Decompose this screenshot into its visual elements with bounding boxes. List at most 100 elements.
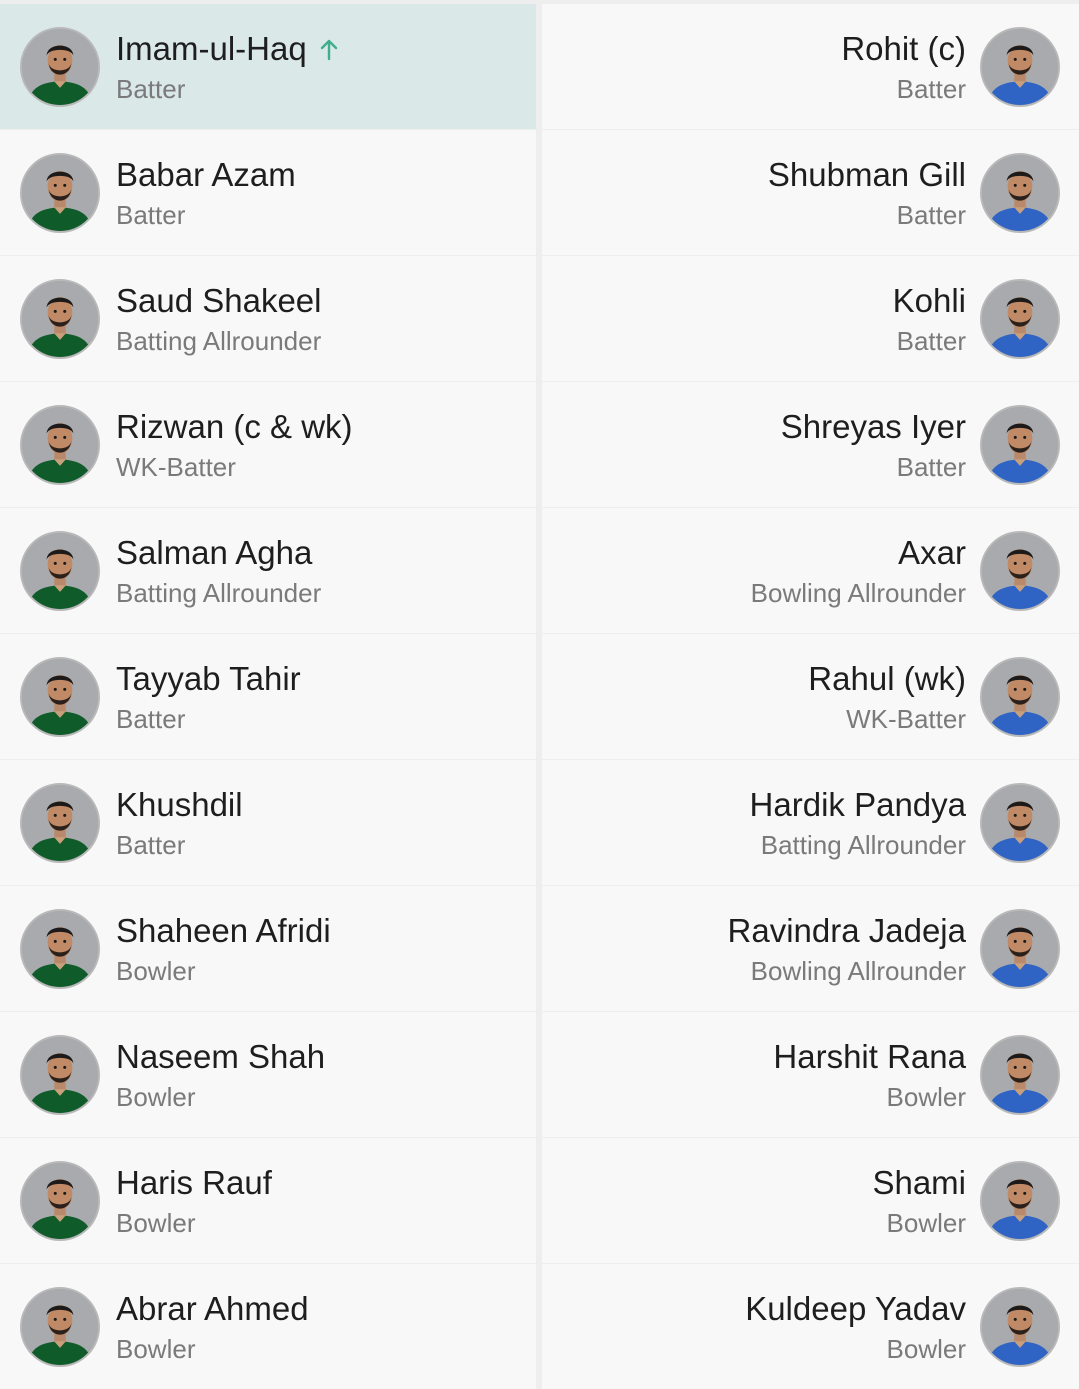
player-info: Shubman Gill Batter: [768, 155, 966, 231]
player-avatar: [980, 152, 1060, 233]
player-info: Shreyas Iyer Batter: [781, 407, 966, 483]
player-info: Hardik Pandya Batting Allrounder: [750, 785, 966, 861]
player-info: Abrar Ahmed Bowler: [116, 1289, 309, 1365]
player-name: Babar Azam: [116, 155, 296, 193]
player-avatar: [20, 26, 100, 107]
player-info: Imam-ul-Haq Batter: [116, 29, 339, 105]
player-row-kuldeep-yadav[interactable]: Kuldeep Yadav Bowler: [542, 1264, 1079, 1389]
arrow-up-icon: [319, 37, 339, 61]
player-role: Bowler: [886, 1333, 966, 1364]
player-row-saud-shakeel[interactable]: Saud Shakeel Batting Allrounder: [0, 256, 536, 381]
player-name: Rizwan (c & wk): [116, 407, 353, 445]
playing-xi-lineups: Imam-ul-Haq Batter Babar Azam Batter Saud …: [0, 0, 1079, 1389]
player-info: Babar Azam Batter: [116, 155, 296, 231]
player-row-shreyas-iyer[interactable]: Shreyas Iyer Batter: [542, 382, 1079, 507]
player-avatar: [980, 656, 1060, 737]
player-name-line: Axar: [898, 533, 966, 573]
player-row-tayyab-tahir[interactable]: Tayyab Tahir Batter: [0, 634, 536, 759]
player-row-hardik-pandya[interactable]: Hardik Pandya Batting Allrounder: [542, 760, 1079, 885]
player-name-line: Rahul (wk): [808, 659, 966, 699]
player-role: Bowler: [116, 1081, 196, 1112]
player-name: Kohli: [892, 281, 966, 319]
player-name: Tayyab Tahir: [116, 659, 301, 697]
player-info: Rizwan (c & wk) WK-Batter: [116, 407, 353, 483]
player-name-line: Salman Agha: [116, 533, 312, 573]
player-role: Batter: [116, 73, 186, 104]
player-row-rohit-c[interactable]: Rohit (c) Batter: [542, 4, 1079, 129]
player-name-line: Khushdil: [116, 785, 243, 825]
player-name-line: Haris Rauf: [116, 1163, 272, 1203]
player-info: Ravindra Jadeja Bowling Allrounder: [728, 911, 966, 987]
player-info: Rahul (wk) WK-Batter: [808, 659, 966, 735]
player-row-harshit-rana[interactable]: Harshit Rana Bowler: [542, 1012, 1079, 1137]
player-name-line: Babar Azam: [116, 155, 296, 195]
player-name-line: Shreyas Iyer: [781, 407, 966, 447]
player-name-line: Tayyab Tahir: [116, 659, 301, 699]
player-avatar: [980, 782, 1060, 863]
team-right-column: Rohit (c) Batter Shubman Gill Batter Kohli…: [542, 4, 1079, 1389]
player-name-line: Ravindra Jadeja: [728, 911, 966, 951]
player-info: Salman Agha Batting Allrounder: [116, 533, 321, 609]
player-role: Batter: [116, 199, 186, 230]
player-role: Bowling Allrounder: [750, 955, 966, 986]
player-info: Harshit Rana Bowler: [773, 1037, 966, 1113]
player-role: WK-Batter: [846, 703, 966, 734]
player-avatar: [20, 1160, 100, 1241]
player-row-rahul-wk[interactable]: Rahul (wk) WK-Batter: [542, 634, 1079, 759]
player-row-babar-azam[interactable]: Babar Azam Batter: [0, 130, 536, 255]
player-row-shami[interactable]: Shami Bowler: [542, 1138, 1079, 1263]
player-row-imam-ul-haq[interactable]: Imam-ul-Haq Batter: [0, 4, 536, 129]
player-row-rizwan-c-wk[interactable]: Rizwan (c & wk) WK-Batter: [0, 382, 536, 507]
player-name-line: Shami: [872, 1163, 966, 1203]
player-name: Shaheen Afridi: [116, 911, 331, 949]
player-avatar: [20, 1034, 100, 1115]
player-avatar: [980, 278, 1060, 359]
player-avatar: [980, 404, 1060, 485]
player-avatar: [20, 782, 100, 863]
player-role: Bowler: [886, 1081, 966, 1112]
player-row-abrar-ahmed[interactable]: Abrar Ahmed Bowler: [0, 1264, 536, 1389]
player-name: Shami: [872, 1163, 966, 1201]
player-avatar: [20, 152, 100, 233]
player-avatar: [20, 530, 100, 611]
player-name-line: Naseem Shah: [116, 1037, 325, 1077]
player-name: Ravindra Jadeja: [727, 911, 966, 949]
player-name: Harshit Rana: [773, 1037, 966, 1075]
player-row-salman-agha[interactable]: Salman Agha Batting Allrounder: [0, 508, 536, 633]
player-avatar: [20, 656, 100, 737]
player-avatar: [20, 404, 100, 485]
player-info: Tayyab Tahir Batter: [116, 659, 301, 735]
player-avatar: [980, 908, 1060, 989]
player-role: Batter: [896, 73, 966, 104]
player-info: Axar Bowling Allrounder: [751, 533, 966, 609]
player-name: Abrar Ahmed: [116, 1289, 309, 1327]
player-role: Bowler: [116, 1207, 196, 1238]
player-name-line: Rohit (c): [841, 29, 966, 69]
player-avatar: [980, 26, 1060, 107]
player-name: Naseem Shah: [116, 1037, 326, 1075]
player-row-haris-rauf[interactable]: Haris Rauf Bowler: [0, 1138, 536, 1263]
player-name-line: Kuldeep Yadav: [745, 1289, 966, 1329]
player-name: Haris Rauf: [116, 1163, 272, 1201]
player-row-khushdil[interactable]: Khushdil Batter: [0, 760, 536, 885]
player-row-shaheen-afridi[interactable]: Shaheen Afridi Bowler: [0, 886, 536, 1011]
player-info: Shami Bowler: [872, 1163, 966, 1239]
player-info: Saud Shakeel Batting Allrounder: [116, 281, 322, 357]
player-info: Kuldeep Yadav Bowler: [745, 1289, 966, 1365]
player-role: Batting Allrounder: [760, 829, 966, 860]
player-name-line: Hardik Pandya: [750, 785, 966, 825]
player-role: Bowler: [116, 955, 196, 986]
player-avatar: [980, 1286, 1060, 1367]
player-row-ravindra-jadeja[interactable]: Ravindra Jadeja Bowling Allrounder: [542, 886, 1079, 1011]
player-info: Rohit (c) Batter: [841, 29, 966, 105]
player-name-line: Rizwan (c & wk): [116, 407, 353, 447]
player-role: Bowler: [116, 1333, 196, 1364]
team-left-column: Imam-ul-Haq Batter Babar Azam Batter Saud …: [0, 4, 536, 1389]
player-role: Batter: [896, 451, 966, 482]
player-avatar: [20, 278, 100, 359]
player-row-naseem-shah[interactable]: Naseem Shah Bowler: [0, 1012, 536, 1137]
player-row-kohli[interactable]: Kohli Batter: [542, 256, 1079, 381]
player-row-shubman-gill[interactable]: Shubman Gill Batter: [542, 130, 1079, 255]
player-row-axar[interactable]: Axar Bowling Allrounder: [542, 508, 1079, 633]
player-info: Haris Rauf Bowler: [116, 1163, 272, 1239]
